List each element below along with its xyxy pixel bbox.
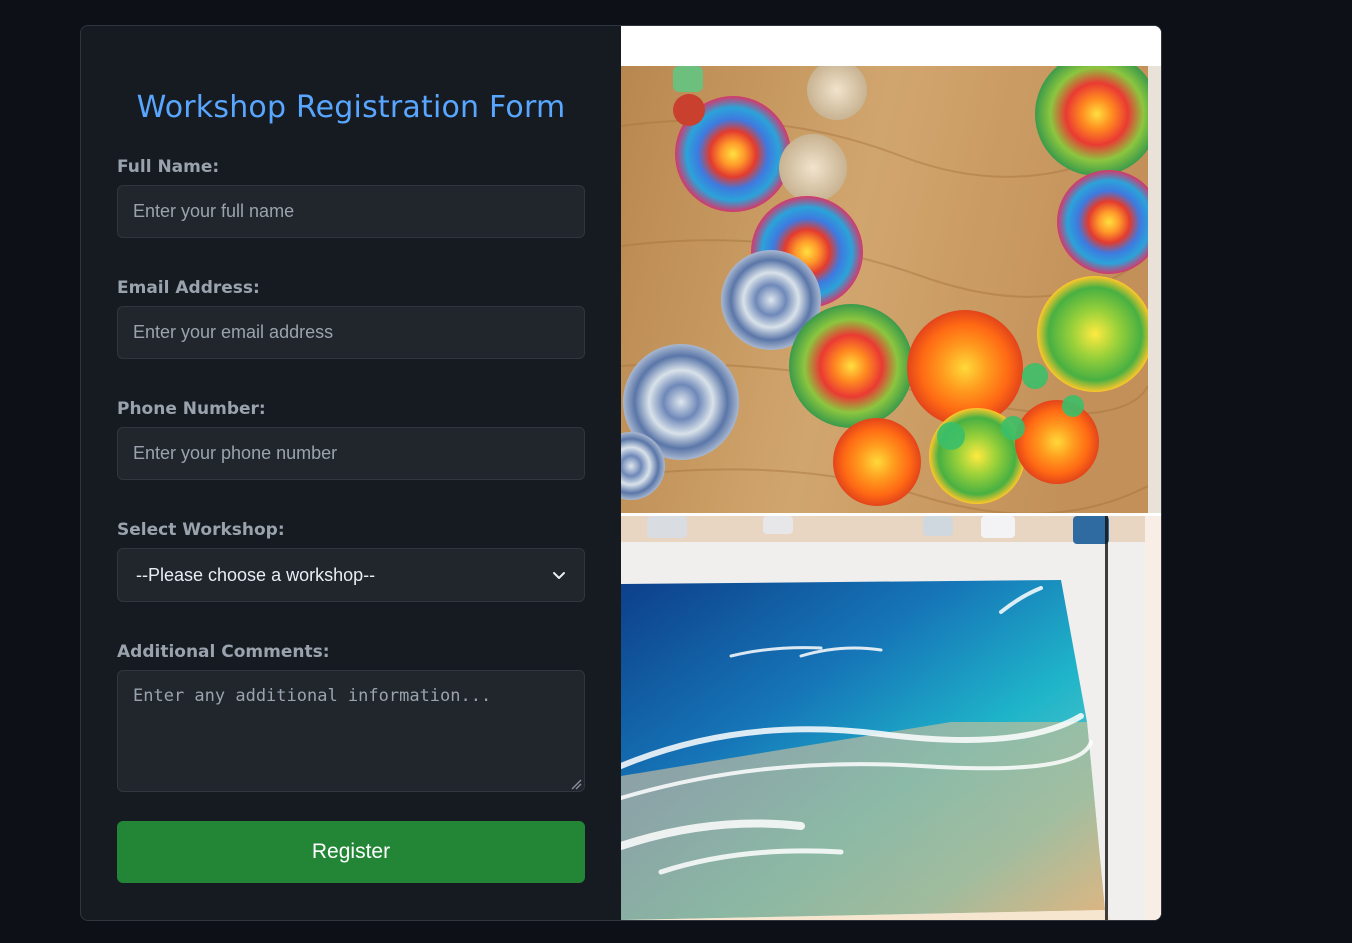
- page-title: Workshop Registration Form: [136, 90, 566, 125]
- resize-handle-icon[interactable]: [571, 779, 582, 790]
- workshop-select-value: --Please choose a workshop--: [136, 564, 376, 585]
- phone-input[interactable]: [117, 427, 585, 480]
- image-side-strip-bottom: [1145, 516, 1161, 920]
- phone-label: Phone Number:: [117, 399, 266, 419]
- image-side-strip: [1148, 66, 1161, 513]
- comments-textarea[interactable]: [117, 670, 585, 792]
- image-top-border: [621, 26, 1161, 66]
- full-name-input[interactable]: [117, 185, 585, 238]
- fabric-necklace-image: [621, 66, 1148, 513]
- comments-label: Additional Comments:: [117, 642, 330, 662]
- register-button[interactable]: Register: [117, 821, 585, 883]
- full-name-label: Full Name:: [117, 157, 220, 177]
- workshop-label: Select Workshop:: [117, 520, 285, 540]
- registration-card: Workshop Registration Form Full Name: Em…: [80, 25, 1162, 921]
- workshop-select[interactable]: --Please choose a workshop--: [117, 548, 585, 602]
- email-label: Email Address:: [117, 278, 260, 298]
- chevron-down-icon: [553, 572, 565, 579]
- registration-form: Workshop Registration Form Full Name: Em…: [81, 26, 621, 920]
- resin-beach-painting-image: [621, 516, 1145, 920]
- workshop-images: [621, 26, 1161, 920]
- email-input[interactable]: [117, 306, 585, 359]
